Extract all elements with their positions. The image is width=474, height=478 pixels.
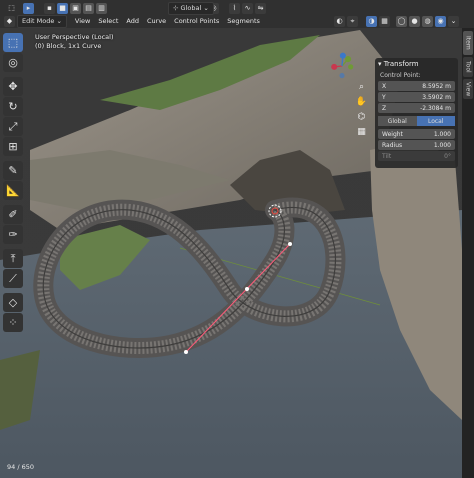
pen-tool-icon[interactable]: ✑ bbox=[3, 225, 23, 244]
tab-item[interactable]: Item bbox=[463, 31, 473, 55]
mirror-icon[interactable]: ⇋ bbox=[255, 2, 266, 14]
wave-icon[interactable]: ∿ bbox=[242, 2, 253, 14]
frame-counter: 94 / 650 bbox=[7, 463, 34, 471]
viewport-shading-group: ◐ ⌖ ◑ ▦ ◯ ● ◍ ◉ ⌄ bbox=[334, 14, 461, 28]
y-field[interactable]: Y 3.5902 m bbox=[378, 92, 455, 102]
move-tool-icon[interactable]: ✥ bbox=[3, 77, 23, 96]
sidebar-tabs: Item Tool View bbox=[462, 28, 474, 478]
cursor-tool-icon[interactable]: ◎ bbox=[3, 53, 23, 72]
visibility-icon[interactable]: ◐ bbox=[334, 15, 345, 27]
menu-control-points[interactable]: Control Points bbox=[174, 17, 219, 25]
weight-value: 1.000 bbox=[433, 130, 451, 138]
shading-solid-icon[interactable]: ● bbox=[409, 15, 420, 27]
orientation-group: ⊹ Global ⌄ bbox=[168, 1, 218, 15]
global-toggle[interactable]: Global bbox=[378, 116, 417, 126]
overlay-options-icon[interactable]: ⌇ bbox=[229, 2, 240, 14]
mode-icon: ◆ bbox=[4, 15, 15, 27]
select-box-icon[interactable]: ▪ bbox=[44, 2, 55, 14]
gizmo-toggle-icon[interactable]: ⌖ bbox=[347, 15, 358, 27]
zoom-icon[interactable]: ⌕ bbox=[355, 80, 368, 93]
weight-field[interactable]: Weight 1.000 bbox=[378, 129, 455, 139]
view-perspective-label: User Perspective (Local) bbox=[35, 33, 114, 41]
menu-curve[interactable]: Curve bbox=[147, 17, 166, 25]
transform-panel-header[interactable]: ▾ Transform bbox=[378, 60, 455, 68]
editor-type-icon[interactable]: ⬚ bbox=[6, 2, 17, 14]
mode-label: Edit Mode bbox=[22, 17, 55, 25]
tool-shelf: ⬚ ◎ ✥ ↻ ⤢ ⊞ ✎ 📐 ✐ ✑ ⤒ ⟋ ◇ ⁘ bbox=[3, 33, 25, 333]
space-toggle: Global Local bbox=[378, 116, 455, 126]
active-object-label: (0) Block, 1x1 Curve bbox=[35, 42, 102, 50]
shading-material-icon[interactable]: ◍ bbox=[422, 15, 433, 27]
z-field[interactable]: Z -2.3084 m bbox=[378, 103, 455, 113]
x-label: X bbox=[382, 82, 387, 90]
tab-tool[interactable]: Tool bbox=[463, 57, 473, 77]
menu-add[interactable]: Add bbox=[126, 17, 139, 25]
navigation-gizmo[interactable] bbox=[329, 52, 355, 79]
select-mode-new-icon[interactable]: ■ bbox=[57, 2, 68, 14]
shading-wireframe-icon[interactable]: ◯ bbox=[396, 15, 407, 27]
y-value: 3.5902 m bbox=[422, 93, 451, 101]
tilt-field[interactable]: Tilt 0° bbox=[378, 151, 455, 161]
camera-icon[interactable]: ⌬ bbox=[355, 110, 368, 123]
tab-view[interactable]: View bbox=[463, 79, 473, 99]
tilt-label: Tilt bbox=[382, 152, 392, 160]
overlays-icon[interactable]: ◑ bbox=[366, 15, 377, 27]
header-row-top: ⬚ ▸ ▪ ■ ▣ ▤ ▥ ⊙ ⌄ ⊕ ◎ ⌇ ∿ ⇋ bbox=[0, 1, 268, 15]
x-value: 8.5952 m bbox=[422, 82, 451, 90]
transform-title: Transform bbox=[383, 60, 419, 68]
orientation-label: Global bbox=[180, 4, 202, 12]
measure-tool-icon[interactable]: 📐 bbox=[3, 181, 23, 200]
rotate-tool-icon[interactable]: ↻ bbox=[3, 97, 23, 116]
chevron-down-icon: ⌄ bbox=[54, 17, 62, 25]
transform-panel: ▾ Transform Control Point: X 8.5952 m Y 3.… bbox=[375, 58, 458, 168]
tilt-value: 0° bbox=[444, 152, 451, 160]
radius-value: 1.000 bbox=[433, 141, 451, 149]
axis-gizmo-icon bbox=[331, 52, 354, 79]
menu-segments[interactable]: Segments bbox=[227, 17, 260, 25]
menu-select[interactable]: Select bbox=[98, 17, 118, 25]
3d-viewport[interactable]: User Perspective (Local) (0) Block, 1x1 … bbox=[0, 28, 462, 478]
radius-tool-icon[interactable]: ⟋ bbox=[3, 269, 23, 288]
z-value: -2.3084 m bbox=[420, 104, 451, 112]
extrude-tool-icon[interactable]: ⤒ bbox=[3, 249, 23, 268]
scale-tool-icon[interactable]: ⤢ bbox=[3, 117, 23, 136]
transform-tool-icon[interactable]: ⊞ bbox=[3, 137, 23, 156]
header-row-bottom: ◆ Edit Mode ⌄ View Select Add Curve Cont… bbox=[4, 14, 264, 28]
tilt-tool-icon[interactable]: ◇ bbox=[3, 293, 23, 312]
annotate-tool-icon[interactable]: ✎ bbox=[3, 161, 23, 180]
y-label: Y bbox=[382, 93, 386, 101]
select-tool-icon[interactable]: ▸ bbox=[23, 2, 34, 14]
select-mode-invert-icon[interactable]: ▥ bbox=[96, 2, 107, 14]
shading-dropdown-icon[interactable]: ⌄ bbox=[448, 15, 459, 27]
draw-curve-tool-icon[interactable]: ✐ bbox=[3, 205, 23, 224]
select-mode-extend-icon[interactable]: ▣ bbox=[70, 2, 81, 14]
mode-dropdown[interactable]: Edit Mode ⌄ bbox=[17, 14, 67, 28]
chevron-down-icon: ⌄ bbox=[201, 4, 209, 12]
orientation-dropdown[interactable]: ⊹ Global ⌄ bbox=[168, 1, 214, 15]
select-box-tool-icon[interactable]: ⬚ bbox=[3, 33, 23, 52]
weight-label: Weight bbox=[382, 130, 403, 138]
radius-field[interactable]: Radius 1.000 bbox=[378, 140, 455, 150]
menu-view[interactable]: View bbox=[75, 17, 90, 25]
shading-rendered-icon[interactable]: ◉ bbox=[435, 15, 446, 27]
header-bar: ⬚ ▸ ▪ ■ ▣ ▤ ▥ ⊙ ⌄ ⊕ ◎ ⌇ ∿ ⇋ ◆ Edit Mode … bbox=[0, 0, 474, 29]
xray-icon[interactable]: ▦ bbox=[379, 15, 390, 27]
randomize-tool-icon[interactable]: ⁘ bbox=[3, 313, 23, 332]
control-point-label: Control Point: bbox=[380, 72, 421, 79]
local-toggle[interactable]: Local bbox=[416, 116, 455, 126]
radius-label: Radius bbox=[382, 141, 403, 149]
z-label: Z bbox=[382, 104, 387, 112]
orientation-icon: ⊹ bbox=[173, 4, 181, 12]
grid-icon[interactable]: ▦ bbox=[355, 125, 368, 138]
select-mode-subtract-icon[interactable]: ▤ bbox=[83, 2, 94, 14]
x-field[interactable]: X 8.5952 m bbox=[378, 81, 455, 91]
pan-hand-icon[interactable]: ✋ bbox=[355, 95, 368, 108]
